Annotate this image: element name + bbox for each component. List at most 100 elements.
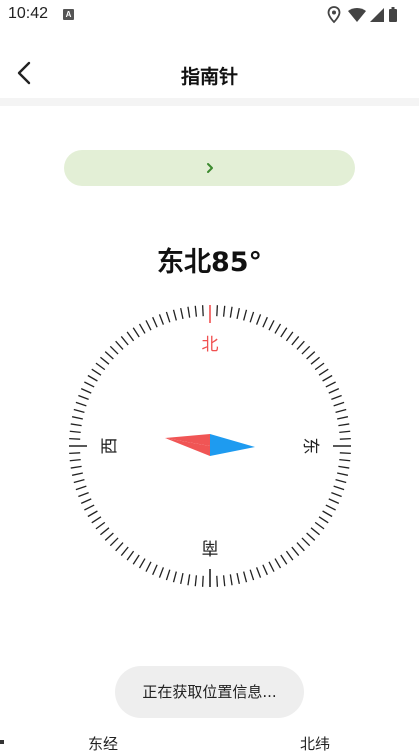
compass-tick: [158, 567, 165, 578]
compass-tick: [222, 305, 226, 317]
compass-tick: [87, 510, 98, 518]
compass-tick: [331, 491, 342, 498]
title-divider: [0, 98, 419, 106]
compass-tick: [126, 550, 135, 561]
compass-tick: [339, 430, 351, 434]
compass-tick: [325, 504, 336, 511]
compass-tick: [331, 394, 342, 401]
compass-tick: [310, 356, 320, 365]
compass-tick: [337, 416, 349, 420]
direction-north: 北: [202, 335, 219, 355]
compass-tick: [187, 306, 191, 318]
longitude-label: 东经: [88, 735, 119, 753]
compass-tick: [70, 465, 82, 469]
compass-tick: [78, 491, 89, 498]
direction-west: 西: [100, 438, 120, 455]
compass-tick: [69, 437, 81, 440]
compass-tick: [172, 571, 177, 583]
compass-tick: [274, 323, 282, 334]
signal-icon: [370, 8, 384, 22]
compass-tick: [80, 388, 92, 394]
cutoff-mark: [0, 740, 4, 744]
compass-tick: [216, 305, 219, 317]
compass-tick: [71, 416, 83, 420]
direction-east: 东: [300, 438, 320, 455]
compass-tick: [120, 336, 129, 346]
compass-heading: 东北85°: [156, 247, 263, 278]
compass-tick: [87, 374, 98, 382]
compass-tick: [145, 561, 152, 572]
compass-tick: [337, 472, 349, 476]
compass-tick: [285, 550, 294, 561]
compass-tick: [280, 327, 288, 338]
location-icon: [327, 6, 341, 24]
location-toast: 正在获取位置信息...: [115, 666, 304, 718]
compass-tick: [201, 575, 204, 587]
compass-tick: [339, 437, 351, 440]
compass-tick: [229, 574, 233, 586]
compass-tick: [296, 340, 305, 350]
compass-tick: [73, 408, 85, 413]
compass-tick: [262, 564, 268, 576]
compass-tick: [314, 521, 325, 530]
compass-tick: [236, 573, 240, 585]
compass-tick: [243, 571, 248, 583]
compass-tick: [301, 345, 311, 355]
compass-tick: [222, 575, 226, 587]
compass-tick: [243, 309, 248, 321]
compass-tick: [255, 567, 262, 578]
compass-tick: [69, 452, 81, 455]
compass-tick: [328, 498, 340, 504]
compass-tick: [310, 527, 320, 536]
latitude-label: 北纬: [300, 735, 331, 753]
compass-tick: [165, 569, 171, 581]
compass-tick: [95, 521, 106, 530]
compass-tick: [69, 430, 81, 434]
compass-tick: [104, 351, 114, 360]
compass-tick: [126, 331, 135, 342]
promo-banner[interactable]: [64, 150, 355, 186]
compass-tick: [201, 305, 204, 317]
compass-tick: [152, 316, 158, 328]
compass-tick: [71, 472, 83, 476]
compass-tick: [296, 542, 305, 552]
compass-tick: [138, 323, 146, 334]
compass-tick: [339, 458, 351, 462]
compass-tick: [115, 542, 124, 552]
compass-tick: [80, 498, 92, 504]
compass-tick: [291, 546, 300, 556]
compass-tick: [69, 458, 81, 462]
compass-tick: [339, 452, 351, 455]
compass-tick: [335, 479, 347, 484]
compass-tick: [95, 362, 106, 371]
compass-dial: 北 东 南 西: [66, 302, 354, 590]
compass-tick: [194, 305, 198, 317]
status-time: 10:42: [8, 5, 49, 22]
compass-tick: [301, 537, 311, 547]
compass-tick: [165, 311, 171, 323]
compass-tick: [291, 336, 300, 346]
direction-south: 南: [202, 537, 219, 557]
compass-tick: [306, 532, 316, 541]
wifi-icon: [348, 8, 366, 22]
compass-tick: [70, 423, 82, 427]
status-bar: 10:42 A: [0, 0, 419, 30]
compass-tick: [104, 532, 114, 541]
compass-tick: [216, 575, 219, 587]
status-icons: [327, 5, 407, 25]
compass-tick: [262, 316, 268, 328]
needle-south: [210, 434, 255, 456]
compass-tick: [75, 401, 87, 407]
battery-icon: [389, 7, 397, 22]
title-bar: 指南针: [0, 48, 419, 98]
compass-tick: [335, 408, 347, 413]
compass-tick: [306, 351, 316, 360]
compass-tick: [172, 309, 177, 321]
compass-tick: [333, 401, 345, 407]
notification-badge-icon: A: [63, 9, 74, 20]
compass-svg: 北 东 南 西: [69, 305, 351, 587]
compass-tick: [314, 362, 325, 371]
compass-tick: [318, 368, 329, 376]
compass-tick: [325, 381, 336, 388]
compass-tick: [91, 368, 102, 376]
